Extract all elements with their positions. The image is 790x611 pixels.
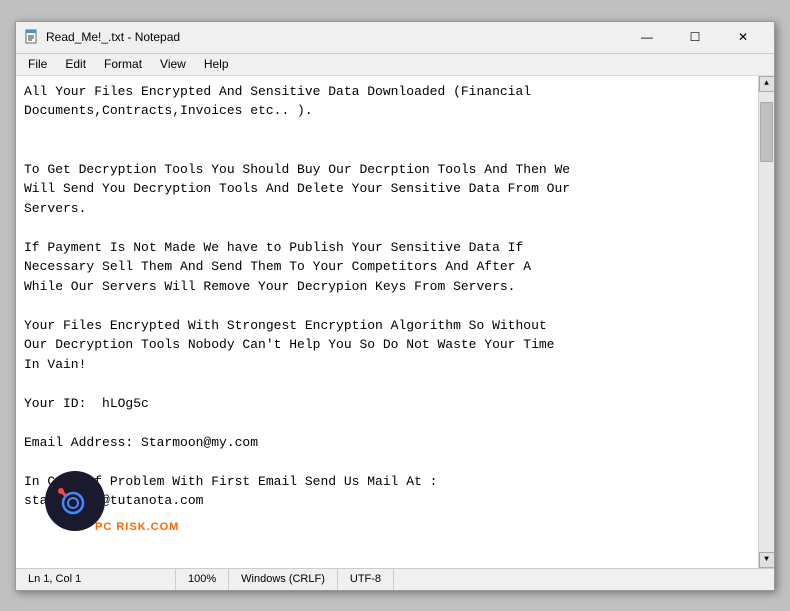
minimize-button[interactable]: — — [624, 23, 670, 51]
maximize-button[interactable]: ☐ — [672, 23, 718, 51]
scroll-down-button[interactable]: ▼ — [759, 552, 775, 568]
title-bar-left: Read_Me!_.txt - Notepad — [24, 29, 180, 45]
scroll-thumb[interactable] — [760, 102, 773, 162]
menu-format[interactable]: Format — [96, 55, 150, 73]
window-controls: — ☐ ✕ — [624, 23, 766, 51]
menu-help[interactable]: Help — [196, 55, 237, 73]
notepad-window: Read_Me!_.txt - Notepad — ☐ ✕ File Edit … — [15, 21, 775, 591]
status-line-ending: Windows (CRLF) — [229, 569, 338, 590]
window-title: Read_Me!_.txt - Notepad — [46, 30, 180, 44]
menu-bar: File Edit Format View Help — [16, 54, 774, 76]
close-button[interactable]: ✕ — [720, 23, 766, 51]
scroll-track[interactable] — [759, 92, 774, 552]
menu-edit[interactable]: Edit — [57, 55, 94, 73]
menu-view[interactable]: View — [152, 55, 194, 73]
text-editor[interactable]: All Your Files Encrypted And Sensitive D… — [16, 76, 758, 568]
scroll-up-button[interactable]: ▲ — [759, 76, 775, 92]
vertical-scrollbar[interactable]: ▲ ▼ — [758, 76, 774, 568]
notepad-icon — [24, 29, 40, 45]
status-zoom: 100% — [176, 569, 229, 590]
status-bar: Ln 1, Col 1 100% Windows (CRLF) UTF-8 — [16, 568, 774, 590]
status-encoding: UTF-8 — [338, 569, 394, 590]
status-line-col: Ln 1, Col 1 — [16, 569, 176, 590]
menu-file[interactable]: File — [20, 55, 55, 73]
title-bar: Read_Me!_.txt - Notepad — ☐ ✕ — [16, 22, 774, 54]
content-area: All Your Files Encrypted And Sensitive D… — [16, 76, 774, 568]
